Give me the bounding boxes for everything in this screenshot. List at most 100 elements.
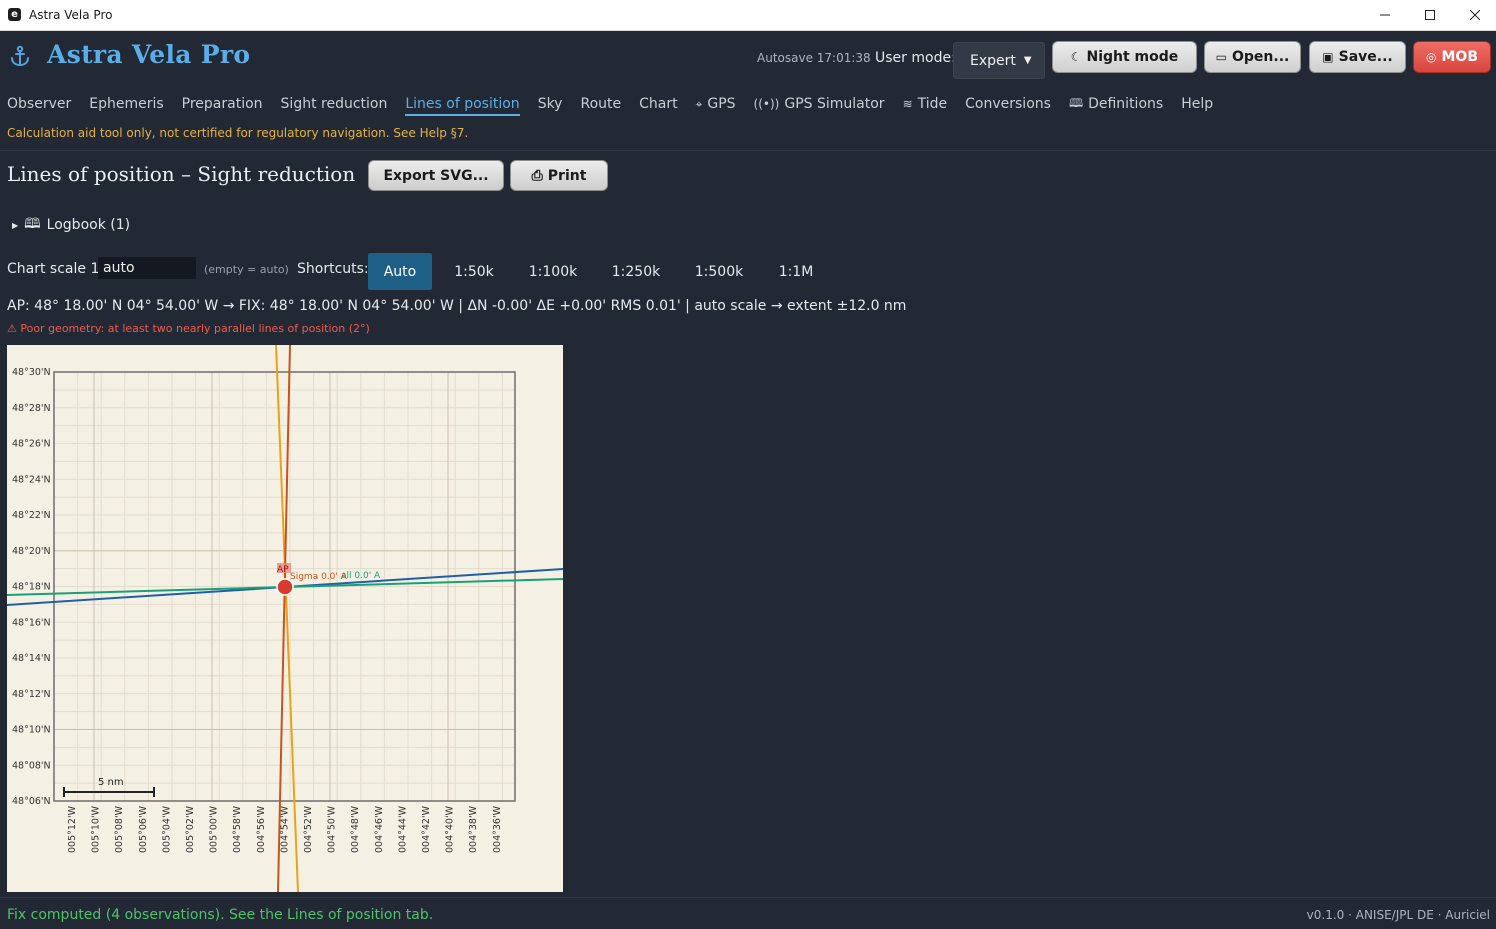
lon-tick-label: 005°06'W [138,805,149,853]
lat-tick-label: 48°06'N [12,796,51,807]
maximize-icon[interactable] [1407,0,1453,30]
tab-observer[interactable]: Observer [7,94,71,114]
shortcut-label: 1:1M [778,263,814,280]
tab-sky[interactable]: Sky [538,94,563,114]
night-mode-label: Night mode [1086,49,1179,65]
lop-plot[interactable]: 48°30'N 48°28'N 48°26'N 48°24'N 48°22'N 48°20… [7,345,563,892]
tab-lines-of-position[interactable]: Lines of position [405,94,520,116]
night-mode-button[interactable]: ☾ Night mode [1052,41,1197,73]
fix-marker[interactable] [276,578,294,596]
save-button[interactable]: ▣ Save... [1309,41,1406,73]
lon-tick-label: 005°12'W [67,805,78,853]
tab-definitions[interactable]: 🕮 Definitions [1069,94,1163,114]
mob-button[interactable]: ◎ MOB [1413,41,1491,73]
shortcut-label: 1:500k [694,263,744,280]
open-label: Open... [1232,49,1290,65]
lat-tick-label: 48°12'N [12,689,51,700]
export-svg-button[interactable]: Export SVG... [368,160,504,191]
print-button[interactable]: ⎙ Print [510,160,608,191]
lon-tick-label: 005°10'W [91,805,102,853]
lon-tick-label: 004°58'W [232,805,243,853]
shortcut-50k-button[interactable]: 1:50k [444,253,504,290]
tab-gps[interactable]: ⌖ GPS [696,94,736,114]
moon-icon: ☾ [1070,50,1082,64]
shortcut-1m-button[interactable]: 1:1M [768,253,824,290]
tab-label: Lines of position [405,96,520,112]
lon-tick-label: 004°48'W [350,805,361,853]
autosave-status: Autosave 17:01:38 [757,51,871,65]
tab-tide[interactable]: ≋ Tide [903,94,948,114]
lon-tick-label: 004°56'W [256,805,267,853]
shortcut-500k-button[interactable]: 1:500k [684,253,754,290]
tab-ephemeris[interactable]: Ephemeris [89,94,163,114]
lifebuoy-icon: ◎ [1426,50,1437,64]
shortcut-250k-button[interactable]: 1:250k [601,253,671,290]
print-label: Print [547,167,587,184]
export-svg-label: Export SVG... [383,167,489,184]
broadcast-icon: ((•)) [753,97,780,111]
lon-tick-label: 004°36'W [492,805,503,853]
lat-tick-label: 48°10'N [12,725,51,736]
chart-scale-hint: (empty = auto) [204,263,289,276]
open-button[interactable]: ▭ Open... [1204,41,1301,73]
floppy-icon: ▣ [1322,50,1334,64]
fix-summary: AP: 48° 18.00' N 04° 54.00' W → FIX: 48°… [7,298,907,314]
lon-tick-label: 004°40'W [445,805,456,853]
app-icon: e [8,8,21,21]
tab-label: Conversions [965,96,1051,112]
tab-sight-reduction[interactable]: Sight reduction [281,94,388,114]
lat-tick-label: 48°26'N [12,439,51,450]
lat-tick-label: 48°24'N [12,474,51,485]
waves-icon: ≋ [902,97,913,111]
chevron-down-icon: ▼ [1023,55,1032,66]
scale-bar-label: 5 nm [98,777,124,788]
lon-tick-label: 005°00'W [209,805,220,853]
shortcut-label: Auto [383,263,417,280]
chevron-right-icon: ▶ [12,220,19,230]
lat-tick-label: 48°22'N [12,510,51,521]
tab-label: Preparation [181,96,263,112]
tab-label: Observer [7,96,72,112]
mob-label: MOB [1441,49,1478,65]
tab-conversions[interactable]: Conversions [965,94,1051,114]
lon-tick-label: 004°38'W [468,805,479,853]
shortcut-label: 1:250k [611,263,661,280]
tab-chart[interactable]: Chart [639,94,677,114]
tab-label: Help [1181,96,1214,112]
page-title: Lines of position – Sight reduction [7,162,356,186]
tab-route[interactable]: Route [580,94,621,114]
chart-scale-input[interactable] [98,257,196,279]
lat-tick-label: 48°20'N [12,546,51,557]
lon-tick-label: 005°02'W [185,805,196,853]
lop-label: Sigma 0.0' A [290,572,348,582]
lon-tick-label: 005°08'W [114,805,125,853]
close-icon[interactable] [1452,0,1496,30]
user-mode-select[interactable]: Expert ▼ [953,42,1045,79]
shortcut-auto-button[interactable]: Auto [368,253,432,290]
lop-plot-svg: 48°30'N 48°28'N 48°26'N 48°24'N 48°22'N 48°20… [7,345,563,892]
logbook-toggle[interactable]: ▶ 🕮 Logbook (1) [12,213,130,237]
tab-label: Ephemeris [89,96,164,112]
tab-label: Route [580,96,622,112]
lat-tick-label: 48°08'N [12,760,51,771]
tab-label: Sky [537,96,563,112]
book-icon: 🕮 [1068,95,1084,110]
chart-scale-label: Chart scale 1: [7,261,105,277]
app-header: Astra Vela Pro Autosave 17:01:38 User mo… [0,31,1496,87]
tab-help[interactable]: Help [1181,94,1213,114]
lat-tick-label: 48°28'N [12,403,51,414]
tab-gps-simulator[interactable]: ((•)) GPS Simulator [754,94,885,114]
header-divider [0,150,1496,151]
shortcut-100k-button[interactable]: 1:100k [518,253,588,290]
tab-label: Definitions [1088,96,1164,112]
window-titlebar: e Astra Vela Pro [0,0,1496,31]
minimize-icon[interactable] [1362,0,1408,30]
version-info: v0.1.0 · ANISE/JPL DE · Auriciel [1306,908,1490,922]
status-bar: Fix computed (4 observations). See the L… [0,897,1496,929]
status-message: Fix computed (4 observations). See the L… [7,907,434,923]
shortcuts-label: Shortcuts: [297,261,369,277]
tab-preparation[interactable]: Preparation [182,94,263,114]
lon-tick-label: 004°46'W [374,805,385,853]
tab-label: GPS [707,96,736,112]
lat-tick-label: 48°30'N [12,367,51,378]
